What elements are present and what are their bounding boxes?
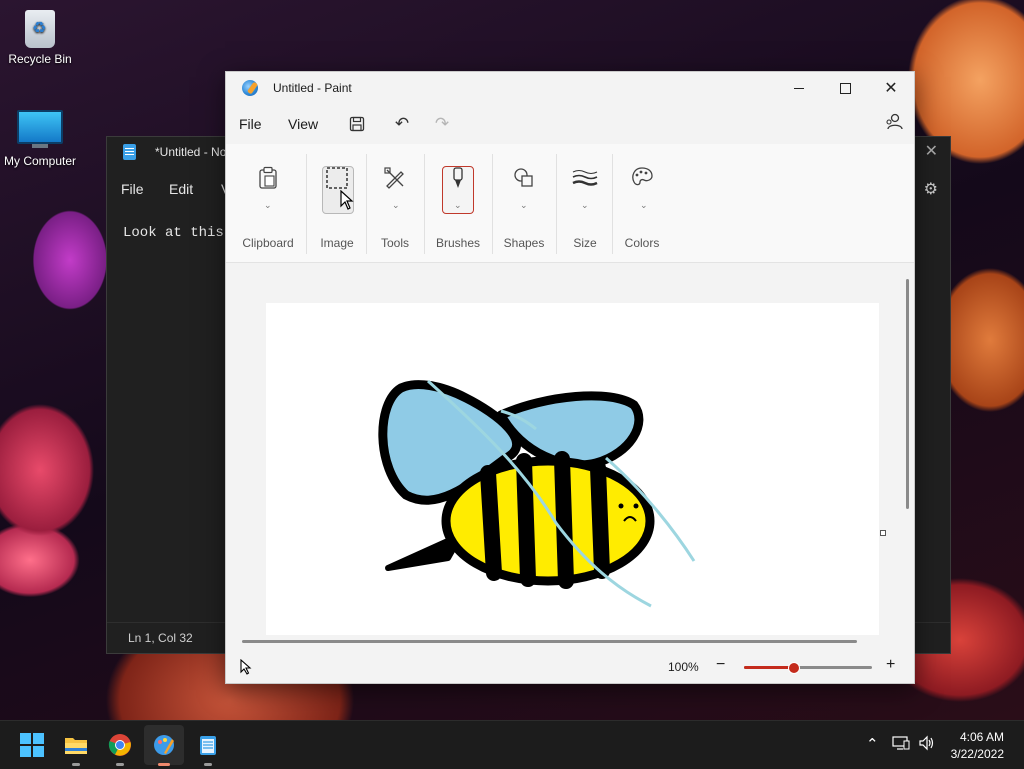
ribbon-divider <box>306 154 307 254</box>
select-rectangle-icon <box>325 166 349 190</box>
bee-eye <box>618 503 624 509</box>
notepad-title: *Untitled - No <box>155 145 227 159</box>
zoom-level: 100% <box>668 660 699 674</box>
computer-icon <box>17 110 63 148</box>
close-icon: ✕ <box>884 80 898 97</box>
paint-title-bar[interactable]: Untitled - Paint ✕ <box>226 72 914 104</box>
bee-eye <box>633 503 639 509</box>
chevron-down-icon[interactable]: ⌄ <box>581 200 589 211</box>
canvas-resize-handle[interactable] <box>880 530 886 536</box>
ribbon-group-colors[interactable]: ⌄ Colors <box>616 144 668 262</box>
account-icon[interactable] <box>884 112 904 132</box>
palette-icon <box>630 166 654 190</box>
zoom-out-icon[interactable]: − <box>716 656 725 674</box>
window-title: Untitled - Paint <box>273 81 352 95</box>
menu-view[interactable]: View <box>288 116 318 132</box>
minimize-icon <box>794 87 804 89</box>
close-icon[interactable]: ✕ <box>925 141 938 161</box>
ribbon-group-size[interactable]: ⌄ Size <box>560 144 610 262</box>
group-label: Image <box>320 236 354 250</box>
ribbon-group-shapes[interactable]: ⌄ Shapes <box>496 144 552 262</box>
gear-icon[interactable]: ⚙ <box>924 179 938 199</box>
maximize-icon <box>839 82 851 94</box>
chevron-down-icon[interactable]: ⌄ <box>454 200 462 211</box>
cursor-icon <box>240 658 252 678</box>
drawing-canvas[interactable] <box>266 303 879 635</box>
ribbon-group-image[interactable]: Image <box>310 144 364 262</box>
group-label: Colors <box>624 236 660 250</box>
zoom-slider-fill <box>744 666 793 669</box>
group-label: Brushes <box>435 236 481 250</box>
canvas-area <box>226 263 914 635</box>
chevron-up-icon[interactable]: ⌃ <box>866 735 879 753</box>
minimize-button[interactable] <box>776 72 822 104</box>
start-icon[interactable] <box>20 733 44 757</box>
notepad-icon[interactable] <box>196 733 220 766</box>
ribbon-group-tools[interactable]: ⌄ Tools <box>370 144 420 262</box>
notepad-menu-edit[interactable]: Edit <box>169 181 193 197</box>
clock-time: 4:06 AM <box>959 730 1004 744</box>
network-icon[interactable] <box>892 735 910 755</box>
paint-window[interactable]: Untitled - Paint ✕ File View ↶ ↷ ⌄ Clipb… <box>225 71 915 684</box>
zoom-slider-thumb[interactable] <box>787 662 800 674</box>
vertical-scrollbar[interactable] <box>906 279 909 509</box>
chrome-icon[interactable] <box>108 733 132 766</box>
desktop-icon-recycle-bin[interactable]: Recycle Bin <box>0 10 80 66</box>
notepad-text-area[interactable]: Look at this. <box>123 225 232 241</box>
redo-icon: ↷ <box>434 114 450 133</box>
clock[interactable]: 4:06 AM 3/22/2022 <box>951 729 1004 763</box>
chevron-down-icon[interactable]: ⌄ <box>520 200 528 211</box>
paint-status-bar: 100% − + <box>226 651 914 683</box>
taskbar: ⌃ 4:06 AM 3/22/2022 <box>0 720 1024 769</box>
cursor-position: Ln 1, Col 32 <box>128 631 193 645</box>
stroke-size-icon <box>572 166 598 190</box>
desktop-icon-label: Recycle Bin <box>8 52 72 66</box>
active-app-indicator <box>158 763 170 766</box>
chevron-down-icon[interactable]: ⌄ <box>392 200 400 211</box>
paint-icon[interactable] <box>152 733 176 766</box>
zoom-slider[interactable] <box>744 662 872 674</box>
ribbon-group-clipboard[interactable]: ⌄ Clipboard <box>238 144 298 262</box>
ribbon-divider <box>556 154 557 254</box>
paint-menu-bar: File View ↶ ↷ <box>226 106 914 142</box>
ribbon-divider <box>366 154 367 254</box>
close-button[interactable]: ✕ <box>868 72 914 104</box>
zoom-in-icon[interactable]: + <box>886 656 895 674</box>
chevron-down-icon[interactable]: ⌄ <box>640 200 648 211</box>
menu-file[interactable]: File <box>239 116 262 132</box>
ribbon-group-brushes[interactable]: ⌄ Brushes <box>428 144 488 262</box>
clipboard-icon <box>256 166 280 190</box>
group-label: Tools <box>380 236 409 250</box>
recycle-bin-icon <box>25 10 55 48</box>
bee-drawing <box>378 379 696 608</box>
ribbon-divider <box>424 154 425 254</box>
paint-app-icon <box>242 80 258 96</box>
group-label: Shapes <box>503 236 545 250</box>
ribbon-divider <box>612 154 613 254</box>
save-icon[interactable] <box>346 113 368 135</box>
file-explorer-icon[interactable] <box>64 733 88 766</box>
ribbon-divider <box>492 154 493 254</box>
chevron-down-icon[interactable]: ⌄ <box>264 200 272 211</box>
ribbon: ⌄ Clipboard Image ⌄ Tools ⌄ Brushes ⌄ Sh… <box>226 144 914 263</box>
group-label: Clipboard <box>242 236 294 250</box>
mouse-pointer-icon <box>340 189 354 215</box>
notepad-menu-file[interactable]: File <box>121 181 144 197</box>
group-label: Size <box>573 236 597 250</box>
horizontal-scrollbar[interactable] <box>242 640 857 643</box>
shapes-icon <box>512 166 536 190</box>
maximize-button[interactable] <box>822 72 868 104</box>
undo-icon[interactable]: ↶ <box>391 113 413 135</box>
desktop-icon-label: My Computer <box>3 154 77 168</box>
volume-icon[interactable] <box>918 735 936 755</box>
pencil-tools-icon <box>383 166 407 190</box>
notepad-app-icon <box>123 144 136 160</box>
clock-date: 3/22/2022 <box>950 747 1004 761</box>
bee-body <box>441 456 655 586</box>
desktop-icon-my-computer[interactable]: My Computer <box>0 110 80 168</box>
brush-icon <box>450 166 466 190</box>
